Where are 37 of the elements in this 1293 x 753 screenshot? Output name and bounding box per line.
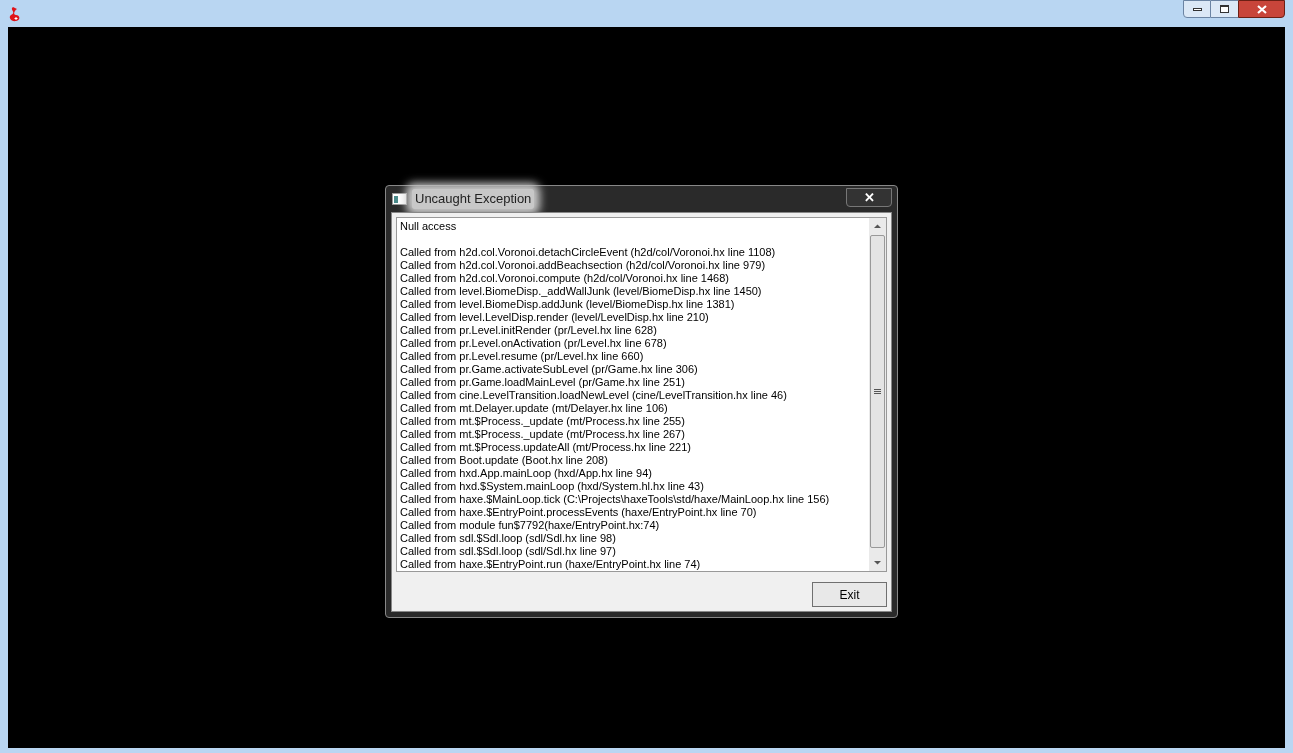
trace-line: Called from module fun$7792(haxe/EntryPoint.hx:74) [400, 519, 661, 532]
flame-logo-icon [8, 5, 22, 22]
trace-line: Called from hxd.App.mainLoop (hxd/App.hx line 94) [400, 467, 653, 480]
trace-line: Called from level.BiomeDisp._addWallJunk (level/BiomeDisp.hx line 1450) [400, 285, 763, 298]
trace-line: Called from pr.Level.onActivation (pr/Level.hx line 678) [400, 337, 668, 350]
trace-line: Called from mt.$Process.updateAll (mt/Process.hx line 221) [400, 441, 692, 454]
trace-line: Called from Boot.update (Boot.hx line 208) [400, 454, 609, 467]
trace-line: Called from level.LevelDisp.render (level/LevelDisp.hx line 210) [400, 311, 710, 324]
trace-line: Called from hxd.$System.mainLoop (hxd/System.hl.hx line 43) [400, 480, 705, 493]
restore-button[interactable] [1211, 0, 1238, 18]
close-button[interactable]: ✕ [846, 188, 892, 207]
grip-icon [874, 388, 881, 395]
trace-line: Called from haxe.$EntryPoint.processEvents (haxe/EntryPoint.hx line 70) [400, 506, 758, 519]
trace-line: Called from mt.$Process._update (mt/Process.hx line 255) [400, 415, 686, 428]
trace-line: Called from h2d.col.Voronoi.compute (h2d/col/Voronoi.hx line 1468) [400, 272, 730, 285]
error-message: Null access [400, 220, 458, 233]
trace-line: Called from pr.Level.resume (pr/Level.hx line 660) [400, 350, 645, 363]
trace-line: Called from haxe.$EntryPoint.run (haxe/EntryPoint.hx line 74) [400, 558, 702, 571]
trace-line: Called from cine.LevelTransition.loadNewLevel (cine/LevelTransition.hx line 46) [400, 389, 788, 402]
trace-line: Called from level.BiomeDisp.addJunk (level/BiomeDisp.hx line 1381) [400, 298, 736, 311]
trace-line: Called from mt.$Process._update (mt/Process.hx line 267) [400, 428, 686, 441]
trace-line: Called from sdl.$Sdl.loop (sdl/Sdl.hx line 97) [400, 545, 617, 558]
trace-line: Called from pr.Game.loadMainLevel (pr/Game.hx line 251) [400, 376, 686, 389]
trace-line: Called from h2d.col.Voronoi.detachCircleEvent (h2d/col/Voronoi.hx line 1108) [400, 246, 777, 259]
trace-line: Called from haxe.$MainLoop.tick (C:\Projects\haxeTools\std/haxe/MainLoop.hx line 156) [400, 493, 831, 506]
window-title: Uncaught Exception [412, 189, 535, 209]
trace-line: Called from sdl.$Sdl.loop (sdl/Sdl.hx line 98) [400, 532, 617, 545]
close-icon [1256, 4, 1267, 14]
trace-line: Called from pr.Level.initRender (pr/Level.hx line 628) [400, 324, 658, 337]
scroll-thumb[interactable] [870, 235, 885, 548]
trace-line: Called from pr.Game.activateSubLevel (pr/Game.hx line 306) [400, 363, 699, 376]
minimize-button[interactable] [1183, 0, 1211, 18]
trace-line: Called from h2d.col.Voronoi.addBeachsection (h2d/col/Voronoi.hx line 979) [400, 259, 767, 272]
window-icon [392, 193, 407, 205]
trace-line: Called from mt.Delayer.update (mt/Delayer.hx line 106) [400, 402, 669, 415]
close-button[interactable] [1238, 0, 1285, 18]
exit-button[interactable]: Exit [812, 582, 887, 607]
